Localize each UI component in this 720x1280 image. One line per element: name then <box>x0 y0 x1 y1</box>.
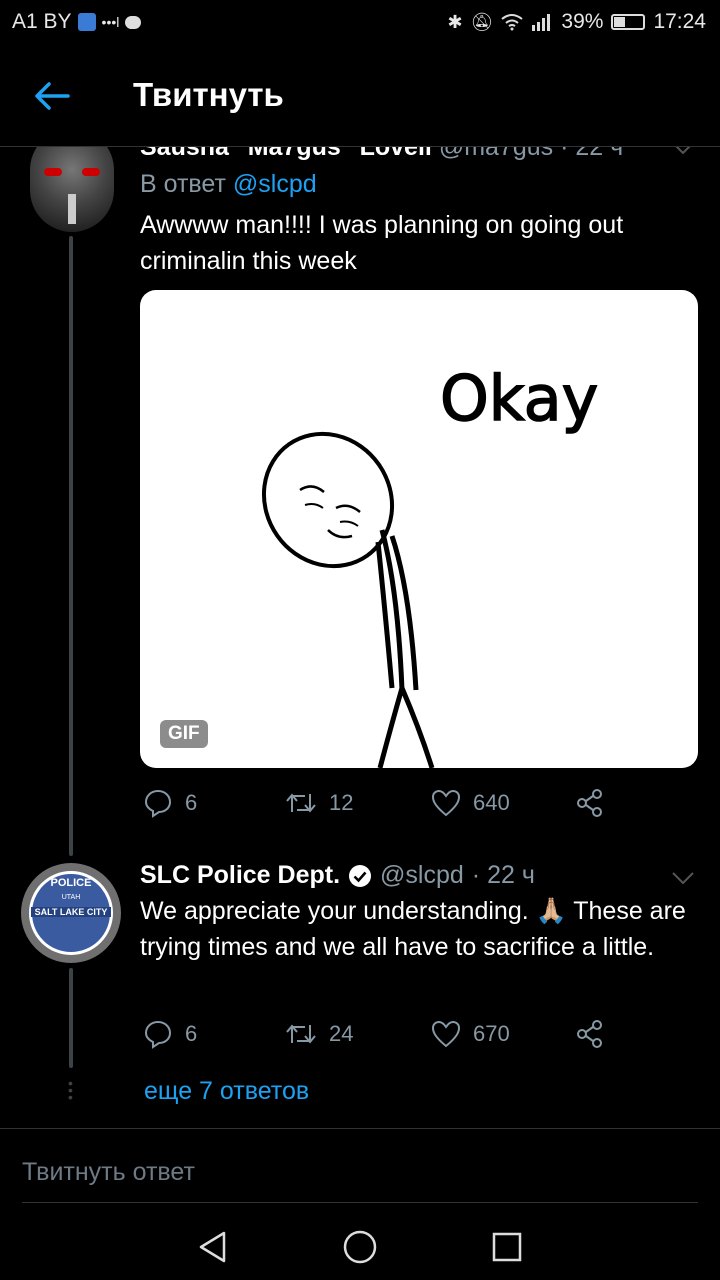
okay-drawing: Okay <box>261 361 599 768</box>
verified-icon <box>349 864 372 887</box>
retweet-count: 12 <box>329 790 354 815</box>
share-icon <box>577 1020 602 1048</box>
back-arrow-icon[interactable] <box>32 80 72 112</box>
like-count: 670 <box>473 1021 510 1046</box>
system-nav-bar <box>0 1204 720 1280</box>
mute-icon: 🔕︎ <box>470 11 494 32</box>
reply-mention-link[interactable]: @slcpd <box>233 170 317 198</box>
tweet-text: We appreciate your understanding. 🙏🏼 The… <box>140 897 686 961</box>
tweet-text: Awwww man!!!! I was planning on going ou… <box>140 211 624 275</box>
chevron-down-icon[interactable] <box>670 870 696 886</box>
nav-recents-icon[interactable] <box>491 1231 523 1263</box>
nav-back-icon[interactable] <box>196 1230 230 1264</box>
reply-input[interactable]: Твитнуть ответ <box>22 1158 195 1187</box>
status-left: A1 BY •••l <box>12 10 142 34</box>
handle[interactable]: @slcpd <box>380 861 464 890</box>
retweet-icon <box>286 1024 316 1044</box>
share-button[interactable] <box>575 1019 605 1049</box>
like-icon <box>431 1020 461 1048</box>
reply-prefix: В ответ <box>140 170 226 198</box>
like-count: 640 <box>473 790 510 815</box>
reply-button[interactable]: 6 <box>143 788 285 818</box>
more-dots: • • • <box>68 1075 73 1105</box>
police-badge-state: UTAH <box>61 894 81 901</box>
bluetooth-icon: ✱ <box>447 11 463 32</box>
page-title: Твитнуть <box>133 76 284 113</box>
police-badge-top: POLICE <box>50 877 92 889</box>
status-bar: A1 BY •••l ✱ 🔕︎ 39% 17:24 <box>0 0 720 44</box>
tweet-1-actions: 6 12 640 <box>143 788 613 818</box>
share-button[interactable] <box>575 788 605 818</box>
battery-icon <box>611 14 646 30</box>
reply-icon <box>144 1020 172 1049</box>
reply-icon <box>144 789 172 818</box>
retweet-count: 24 <box>329 1021 354 1046</box>
clock: 17:24 <box>653 10 706 33</box>
reply-context: В ответ @slcpd <box>140 170 317 199</box>
vpn-icon <box>77 13 96 31</box>
gif-caption: Okay <box>440 362 598 435</box>
top-app-bar: Твитнуть <box>0 44 720 147</box>
retweet-button[interactable]: 12 <box>285 790 431 816</box>
status-right: ✱ 🔕︎ 39% 17:24 <box>447 10 706 34</box>
avatar[interactable]: POLICE UTAH SALT LAKE CITY <box>21 863 121 963</box>
tweet-2-actions: 6 24 670 <box>143 1019 613 1049</box>
reply-count: 6 <box>185 1021 198 1046</box>
more-notifications-icon: •••l <box>101 14 120 30</box>
reply-button[interactable]: 6 <box>143 1019 285 1049</box>
like-icon <box>431 789 461 817</box>
display-name[interactable]: SLC Police Dept. <box>140 861 340 890</box>
like-button[interactable]: 670 <box>431 1020 575 1048</box>
reply-divider <box>22 1202 698 1203</box>
retweet-button[interactable]: 24 <box>285 1021 431 1047</box>
share-icon <box>577 789 602 817</box>
police-badge-city: SALT LAKE CITY <box>31 907 111 917</box>
retweet-icon <box>286 793 316 813</box>
like-button[interactable]: 640 <box>431 789 575 817</box>
more-replies-link[interactable]: еще 7 ответов <box>144 1077 309 1106</box>
chat-notification-icon <box>125 15 142 29</box>
signal-icon <box>532 14 551 31</box>
nav-home-icon[interactable] <box>342 1229 378 1265</box>
battery-percent: 39% <box>561 10 604 33</box>
wifi-icon <box>501 14 524 31</box>
thread-line <box>69 968 73 1068</box>
gif-media[interactable]: Okay GIF <box>140 290 698 768</box>
tweet-2-header: SLC Police Dept. @slcpd · 22 ч <box>140 861 535 890</box>
thread-line <box>69 236 73 856</box>
timestamp: · 22 ч <box>471 861 535 889</box>
gif-badge: GIF <box>160 720 208 748</box>
carrier-label: A1 BY <box>12 10 72 33</box>
reply-count: 6 <box>185 790 198 815</box>
